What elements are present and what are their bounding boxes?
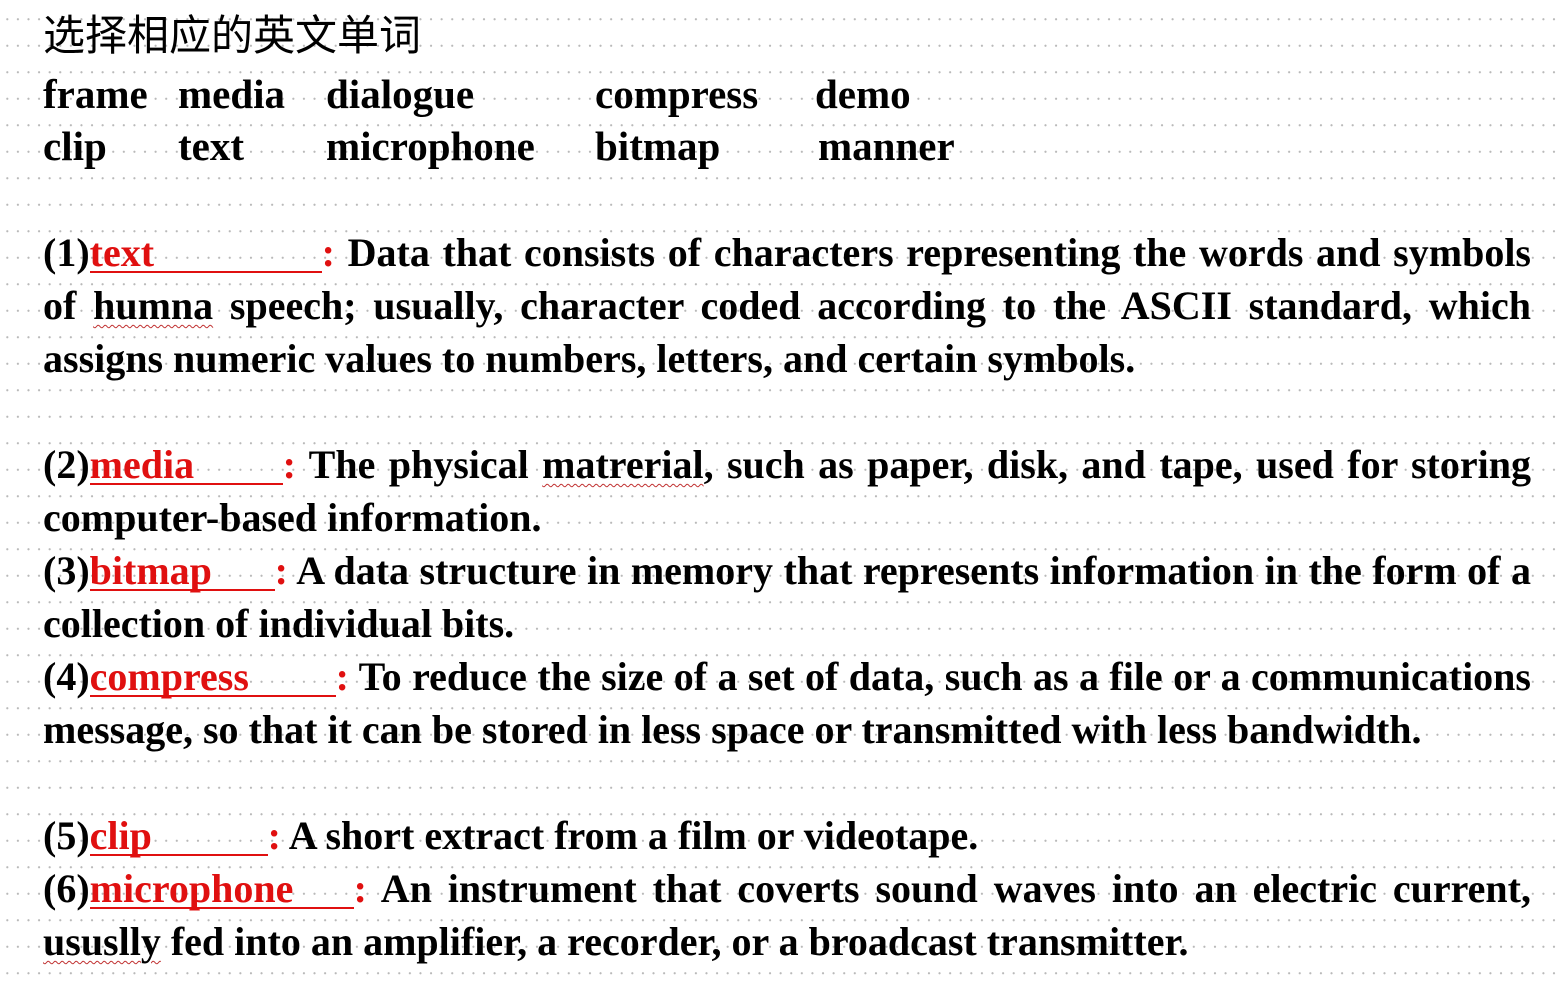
misspelled-word: ususlly (43, 919, 161, 964)
item-number: (5) (43, 813, 90, 858)
word-bank-manner: manner (818, 123, 955, 169)
answer-colon: : (274, 548, 288, 593)
answer-blank[interactable]: text (89, 233, 322, 273)
definition-text: fed into an amplifier, a recorder, or a … (160, 919, 1189, 964)
definition-item-1: (1)text: Data that consists of character… (43, 226, 1531, 385)
word-bank-dialogue: dialogue (326, 71, 475, 117)
answer-colon: : (267, 813, 281, 858)
answer-blank[interactable]: microphone (89, 869, 354, 909)
item-number: (6) (43, 866, 90, 911)
definition-item-5: (5)clip: A short extract from a film or … (43, 809, 1531, 862)
word-bank-compress: compress (595, 71, 759, 117)
definition-item-4: (4)compress: To reduce the size of a set… (43, 650, 1531, 756)
word-bank-frame: frame (43, 71, 148, 117)
definition-item-3: (3)bitmap: A data structure in memory th… (43, 544, 1531, 650)
worksheet-title: 选择相应的英文单词 (43, 11, 422, 60)
item-number: (4) (43, 654, 90, 699)
misspelled-word: humna (93, 283, 214, 328)
definition-text: A short extract from a film or videotape… (280, 813, 979, 858)
answer-blank[interactable]: media (89, 445, 283, 485)
item-number: (1) (43, 230, 90, 275)
item-number: (3) (43, 548, 90, 593)
definition-text: The physical (295, 442, 543, 487)
definition-item-2: (2)media: The physical matrerial, such a… (43, 438, 1531, 544)
definition-text: An instrument that coverts sound waves i… (366, 866, 1531, 911)
answer-colon: : (282, 442, 296, 487)
item-number: (2) (43, 442, 90, 487)
word-bank-demo: demo (815, 71, 911, 117)
word-bank-text: text (178, 123, 245, 169)
misspelled-word: matrerial (542, 442, 704, 487)
word-bank-clip: clip (43, 123, 107, 169)
answer-blank[interactable]: compress (89, 657, 336, 697)
answer-colon: : (335, 654, 349, 699)
word-bank-microphone: microphone (326, 123, 535, 169)
answer-blank[interactable]: clip (89, 816, 268, 856)
definition-text: speech; usually, character coded accordi… (43, 283, 1531, 381)
definition-item-6: (6)microphone: An instrument that covert… (43, 862, 1531, 968)
word-bank-bitmap: bitmap (595, 123, 721, 169)
word-bank-media: media (178, 71, 286, 117)
answer-colon: : (321, 230, 335, 275)
answer-blank[interactable]: bitmap (89, 551, 275, 591)
answer-colon: : (353, 866, 367, 911)
